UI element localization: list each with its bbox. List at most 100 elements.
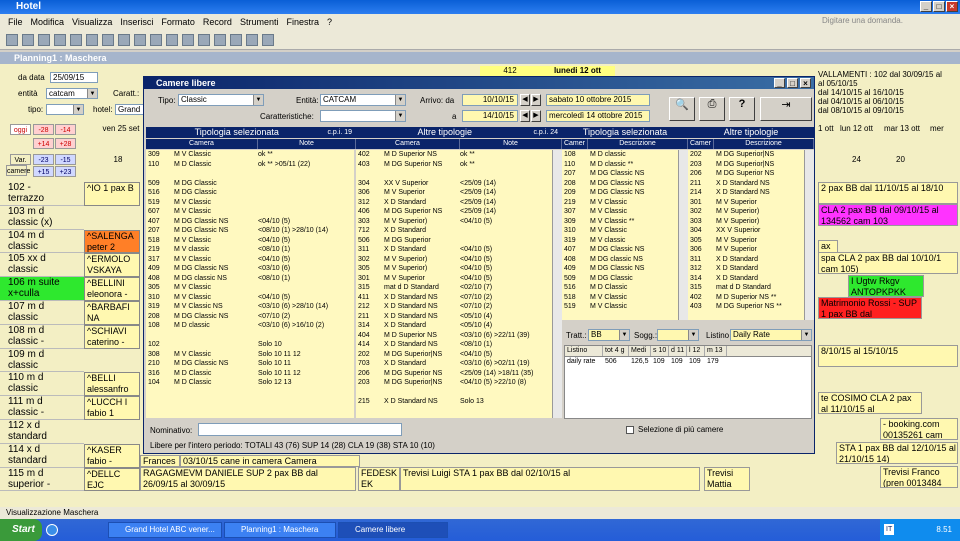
booking-block[interactable]: Trevisi Franco (pren 0013484: [880, 466, 958, 488]
list-row[interactable]: 206 M DG Superior NS: [688, 169, 804, 179]
room-row[interactable]: 108 m d classic -: [0, 324, 84, 349]
list-row[interactable]: 302 M V Superior): [688, 207, 804, 217]
list-row[interactable]: 207 M DG Classic NS <08/10 (1) >28/10 (14): [146, 226, 354, 236]
scrollbar[interactable]: [804, 150, 814, 320]
booking-block[interactable]: spa CLA 2 pax BB dal 10/10/1 cam 105): [818, 252, 958, 274]
entita-field[interactable]: catcam ▼: [46, 88, 98, 99]
nav-button[interactable]: +23: [55, 166, 76, 177]
list-row[interactable]: 315 mat d D Standard: [688, 283, 804, 293]
filter-icon[interactable]: [182, 34, 194, 46]
list-row[interactable]: 317 M V Classic <04/10 (5): [146, 255, 354, 265]
list-row[interactable]: 308 M V Classic Solo 10 11 12: [146, 350, 354, 360]
list-row[interactable]: 509 M DG Classic: [562, 274, 678, 284]
list-row[interactable]: 305 M V Superior: [688, 236, 804, 246]
list-row[interactable]: 309 M V Classic **: [562, 217, 678, 227]
list-row[interactable]: [146, 331, 354, 341]
delete-record-icon[interactable]: [230, 34, 242, 46]
start-button[interactable]: Start: [0, 519, 42, 541]
list-row[interactable]: 108 M D classic <03/10 (6) >16/10 (2): [146, 321, 354, 331]
booking-block[interactable]: ^ERMOLO VSKAYA: [84, 253, 140, 278]
list-row[interactable]: 519 M V Classic: [562, 302, 678, 312]
multi-select-checkbox[interactable]: [626, 426, 634, 434]
other-types-list[interactable]: 402 M D Superior NS ok ** 403 M DG Superior …: [356, 150, 552, 418]
list-row[interactable]: 310 M V Classic: [562, 226, 678, 236]
booking-block[interactable]: ^SALENGA peter 2: [84, 229, 140, 254]
booking-block[interactable]: ^BELLI alessanfro: [84, 372, 140, 397]
list-row[interactable]: 406 M DG Superior NS <25/09 (14): [356, 207, 552, 217]
nav-button[interactable]: +14: [33, 138, 54, 149]
list-row[interactable]: 516 M D Classic: [562, 283, 678, 293]
task-planning[interactable]: Planning1 : Maschera: [224, 522, 336, 538]
arrivo-date-field[interactable]: 10/10/15: [462, 94, 518, 106]
list-row[interactable]: 108 M D classic: [562, 150, 678, 160]
booking-block[interactable]: FEDESK EK: [358, 467, 400, 491]
menu-item[interactable]: Record: [203, 17, 232, 27]
list-row[interactable]: [356, 169, 552, 179]
list-row[interactable]: 302 M V Superior) <04/10 (5): [356, 255, 552, 265]
list-row[interactable]: 214 X D Standard NS: [688, 188, 804, 198]
prev-date-button[interactable]: ◀: [520, 94, 530, 106]
list-row[interactable]: 312 X D Standard: [688, 264, 804, 274]
room-row[interactable]: 104 m d classic: [0, 229, 84, 254]
chevron-down-icon[interactable]: ▼: [73, 105, 83, 114]
help-search-input[interactable]: Digitare una domanda.: [820, 16, 938, 29]
list-row[interactable]: 414 X D Standard NS <08/10 (1): [356, 340, 552, 350]
room-row[interactable]: 106 m suite x+culla: [0, 277, 84, 301]
paste-icon[interactable]: [118, 34, 130, 46]
list-row[interactable]: 303 M V Superior): [688, 217, 804, 227]
booking-block[interactable]: Trevisi Mattia: [704, 467, 750, 491]
list-row[interactable]: 219 M V Classic: [562, 198, 678, 208]
list-row[interactable]: 319 M V classic: [562, 236, 678, 246]
list-row[interactable]: 209 M DG Classic NS: [562, 188, 678, 198]
list-row[interactable]: 518 M V Classic <04/10 (5): [146, 236, 354, 246]
list-row[interactable]: 311 X D Standard: [688, 255, 804, 265]
list-row[interactable]: 206 M DG Superior NS <25/09 (14) >18/11 (3…: [356, 369, 552, 379]
preview-icon[interactable]: [54, 34, 66, 46]
list-row[interactable]: 304 XX V Superior: [688, 226, 804, 236]
list-row[interactable]: 219 M V classic <08/10 (1): [146, 245, 354, 255]
room-row[interactable]: 105 xx d classic: [0, 253, 84, 278]
list-row[interactable]: 102 Solo 10: [146, 340, 354, 350]
new-record-icon[interactable]: [214, 34, 226, 46]
undo-icon[interactable]: [134, 34, 146, 46]
list-row[interactable]: 516 M DG Classic: [146, 188, 354, 198]
list-row[interactable]: 404 M D Superior NS <03/10 (6) >22/11 (39): [356, 331, 552, 341]
sort-asc-icon[interactable]: [150, 34, 162, 46]
exit-button[interactable]: ⇥: [760, 97, 812, 121]
list-row[interactable]: 110 M D classic **: [562, 160, 678, 170]
list-row[interactable]: 208 M DG Classic NS: [562, 179, 678, 189]
spell-icon[interactable]: [70, 34, 82, 46]
list-row[interactable]: 203 M DG Superior|NS <04/10 (5) >22/10 (8): [356, 378, 552, 388]
room-row[interactable]: 103 m d classic (x): [0, 205, 84, 230]
find-icon[interactable]: [198, 34, 210, 46]
menu-item[interactable]: Finestra: [286, 17, 319, 27]
design-view-icon[interactable]: [6, 34, 18, 46]
chevron-down-icon[interactable]: ▼: [801, 330, 811, 340]
list-row[interactable]: 312 X D Standard <25/09 (14): [356, 198, 552, 208]
list-row[interactable]: 306 M V Superior: [688, 245, 804, 255]
room-row[interactable]: 109 m d classic: [0, 348, 84, 373]
menu-item[interactable]: File: [8, 17, 23, 27]
chevron-down-icon[interactable]: ▼: [688, 330, 698, 340]
chevron-down-icon[interactable]: ▼: [87, 89, 97, 98]
task-grand-hotel[interactable]: Grand Hotel ABC vener...: [108, 522, 222, 538]
print-icon[interactable]: [38, 34, 50, 46]
list-row[interactable]: 518 M V Classic: [562, 293, 678, 303]
list-row[interactable]: 305 M V Superior) <04/10 (5): [356, 264, 552, 274]
list-row[interactable]: 305 M V Classic: [146, 283, 354, 293]
list-row[interactable]: 408 M DG classic NS: [562, 255, 678, 265]
nav-button[interactable]: +15: [33, 166, 54, 177]
booking-block[interactable]: CLA 2 pax BB dal 09/10/15 al 134562 cam …: [818, 204, 958, 226]
booking-block[interactable]: Trevisi Luigi STA 1 pax BB dal 02/10/15 …: [400, 467, 700, 491]
booking-block[interactable]: STA 1 pax BB dal 12/10/15 al 21/10/15 14…: [836, 442, 958, 464]
list-row[interactable]: 607 M V Classic: [146, 207, 354, 217]
booking-block[interactable]: te COSIMO CLA 2 pax al 11/10/15 al: [818, 392, 922, 414]
nominativo-input[interactable]: [198, 423, 402, 436]
menu-item[interactable]: ?: [327, 17, 332, 27]
list-row[interactable]: 314 X D Standard: [688, 274, 804, 284]
room-row[interactable]: 114 x d standard: [0, 443, 84, 468]
list-row[interactable]: 210 M DG Classic NS Solo 10 11: [146, 359, 354, 369]
list-row[interactable]: 407 M DG Classic NS: [562, 245, 678, 255]
list-row[interactable]: 509 M DG Classic: [146, 179, 354, 189]
list-row[interactable]: 203 M DG Superior|NS: [688, 160, 804, 170]
